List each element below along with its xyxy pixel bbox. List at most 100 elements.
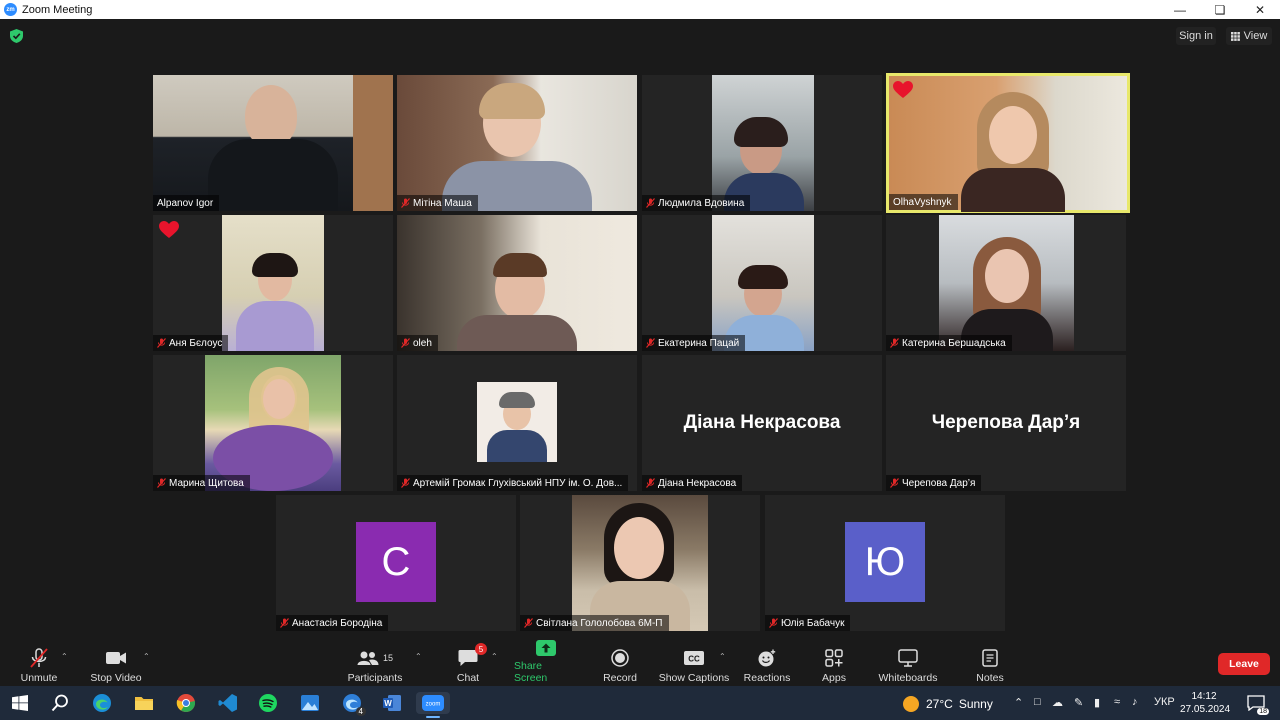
- battery-icon[interactable]: ▮: [1094, 696, 1100, 709]
- participant-name: Людмила Вдовина: [658, 197, 745, 209]
- meeting-toolbar: Unmute ⌃ Stop Video ⌃ 15 Participants ⌃ …: [0, 636, 1280, 686]
- participant-name: Мітіна Маша: [413, 197, 472, 209]
- stop-video-button[interactable]: Stop Video: [86, 646, 146, 684]
- participant-name-tag: Анастасія Бородіна: [276, 615, 389, 631]
- mic-muted-icon: [401, 478, 410, 488]
- participant-video: [222, 215, 324, 351]
- participant-tile[interactable]: Артемій Громак Глухівський НПУ ім. О. До…: [397, 355, 637, 491]
- file-explorer-icon[interactable]: [132, 692, 156, 714]
- notes-icon: [982, 649, 998, 667]
- restore-button[interactable]: ❏: [1200, 0, 1240, 19]
- chat-options-caret-icon[interactable]: ⌃: [491, 652, 498, 661]
- chat-label: Chat: [456, 672, 480, 684]
- sign-in-button[interactable]: Sign in: [1176, 27, 1216, 45]
- reactions-label: Reactions: [743, 672, 791, 684]
- participant-tile[interactable]: Людмила Вдовина: [642, 75, 882, 211]
- participant-name-tag: Аня Бєлоус: [153, 335, 229, 351]
- participant-name: Артемій Громак Глухівський НПУ ім. О. До…: [413, 477, 623, 489]
- participant-tile[interactable]: oleh: [397, 215, 637, 351]
- stop-video-label: Stop Video: [90, 672, 142, 684]
- participant-tile[interactable]: Катерина Бершадська: [886, 215, 1126, 351]
- apps-button[interactable]: Apps: [818, 646, 850, 684]
- search-icon[interactable]: [48, 692, 72, 714]
- reactions-button[interactable]: Reactions: [742, 646, 792, 684]
- tray-device-icon[interactable]: □: [1034, 696, 1041, 708]
- captions-options-caret-icon[interactable]: ⌃: [719, 652, 726, 661]
- participant-name: Екатерина Пацай: [658, 337, 740, 349]
- svg-text:zoom: zoom: [426, 702, 441, 708]
- view-label: View: [1243, 30, 1268, 42]
- notes-button[interactable]: Notes: [972, 646, 1008, 684]
- participant-tile[interactable]: Аня Бєлоус: [153, 215, 393, 351]
- word-app-icon[interactable]: W: [380, 692, 404, 714]
- volume-icon[interactable]: ♪: [1132, 696, 1138, 708]
- language-indicator[interactable]: УКР: [1154, 696, 1175, 708]
- share-screen-button[interactable]: Share Screen: [514, 640, 578, 684]
- audio-options-caret-icon[interactable]: ⌃: [61, 652, 68, 661]
- participant-name: oleh: [413, 337, 432, 349]
- leave-button[interactable]: Leave: [1218, 653, 1270, 675]
- participant-tile[interactable]: Марина Щитова: [153, 355, 393, 491]
- system-clock[interactable]: 14:12 27.05.2024: [1180, 690, 1230, 716]
- minimize-button[interactable]: —: [1160, 0, 1200, 19]
- os-taskbar: 4 W zoom 27°C Sunny ⌃ □ ☁ ✎ ▮ ≈ ♪ УКР 14…: [0, 686, 1280, 720]
- participant-name: Світлана Гололобова 6М-П: [536, 617, 663, 629]
- participant-name: Alpanov Igor: [157, 197, 214, 209]
- participant-tile[interactable]: Світлана Гололобова 6М-П: [520, 495, 760, 631]
- participant-tile[interactable]: Мітіна Маша: [397, 75, 637, 211]
- mic-muted-icon: [524, 618, 533, 628]
- participant-video: [712, 75, 814, 211]
- chrome-browser-icon[interactable]: [174, 692, 198, 714]
- chat-button[interactable]: 5 Chat: [450, 643, 487, 684]
- tray-cloud-icon[interactable]: ☁: [1052, 696, 1063, 709]
- svg-text:W: W: [384, 699, 392, 708]
- participant-name-tag: Світлана Гололобова 6М-П: [520, 615, 669, 631]
- participant-name: Анастасія Бородіна: [292, 617, 383, 629]
- share-screen-label: Share Screen: [514, 660, 548, 684]
- mic-muted-icon: [157, 338, 166, 348]
- mic-muted-icon: [280, 618, 289, 628]
- participants-options-caret-icon[interactable]: ⌃: [415, 652, 422, 661]
- notification-center-icon[interactable]: 18: [1244, 692, 1269, 715]
- unmute-button[interactable]: Unmute: [14, 646, 64, 684]
- participant-tile[interactable]: Черепова Дар’я Черепова Дар’я: [886, 355, 1126, 491]
- edge-browser-icon[interactable]: [90, 692, 114, 714]
- close-button[interactable]: ✕: [1240, 0, 1280, 19]
- whiteboards-button[interactable]: Whiteboards: [876, 646, 940, 684]
- view-button[interactable]: View: [1226, 27, 1272, 45]
- participant-tile[interactable]: Ю Юлія Бабачук: [765, 495, 1005, 631]
- windows-start-icon[interactable]: [8, 692, 32, 714]
- tray-pen-icon[interactable]: ✎: [1074, 696, 1083, 709]
- security-shield-icon[interactable]: [10, 29, 23, 43]
- record-icon: [611, 649, 629, 667]
- heart-reaction-icon: [159, 221, 179, 238]
- participant-tile[interactable]: С Анастасія Бородіна: [276, 495, 516, 631]
- weather-widget[interactable]: 27°C Sunny: [902, 695, 993, 713]
- participant-avatar: Ю: [845, 522, 925, 602]
- photos-app-icon[interactable]: [298, 692, 322, 714]
- edge-beta-icon[interactable]: 4: [340, 692, 366, 716]
- whiteboards-label: Whiteboards: [878, 672, 938, 684]
- vscode-icon[interactable]: [216, 692, 240, 714]
- spotify-icon[interactable]: [256, 692, 280, 714]
- participant-video: [397, 215, 637, 351]
- participant-name-tag: Діана Некрасова: [642, 475, 743, 491]
- participant-tile[interactable]: Alpanov Igor: [153, 75, 393, 211]
- record-button[interactable]: Record: [600, 646, 640, 684]
- notification-count-badge: 18: [1257, 708, 1269, 715]
- edge-window-count: 4: [355, 707, 366, 716]
- participant-tile[interactable]: Екатерина Пацай: [642, 215, 882, 351]
- participant-video: [889, 76, 1127, 212]
- participant-name: Катерина Бершадська: [902, 337, 1006, 349]
- participant-tile-active-speaker[interactable]: OlhaVyshnyk: [886, 73, 1130, 213]
- participant-video: [397, 75, 637, 211]
- participants-button[interactable]: 15 Participants: [344, 646, 406, 684]
- video-options-caret-icon[interactable]: ⌃: [143, 652, 150, 661]
- participant-name-tag: OlhaVyshnyk: [889, 194, 958, 210]
- tray-expand-chevron-icon[interactable]: ⌃: [1014, 696, 1023, 709]
- participant-video: [939, 215, 1074, 351]
- wifi-icon[interactable]: ≈: [1114, 696, 1120, 708]
- smiley-reaction-icon: [758, 649, 776, 667]
- zoom-taskbar-icon[interactable]: zoom: [416, 692, 450, 718]
- participant-tile[interactable]: Діана Некрасова Діана Некрасова: [642, 355, 882, 491]
